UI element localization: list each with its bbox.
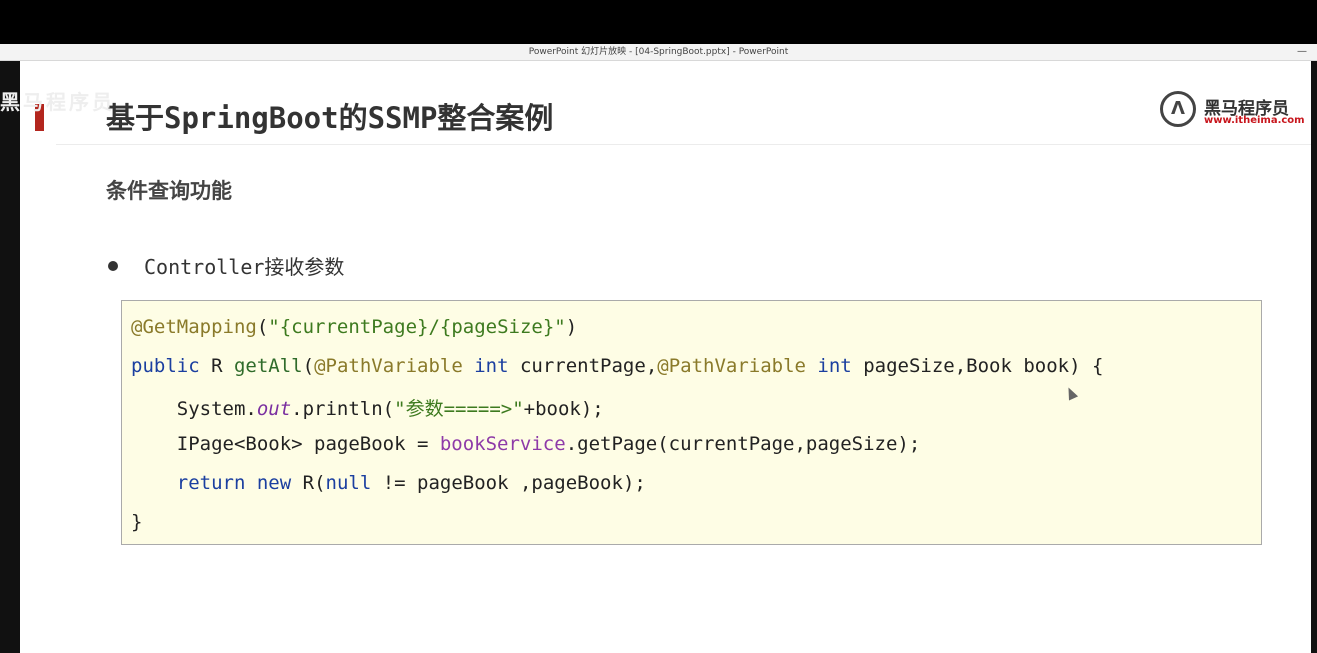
code-line-2: public R getAll(@PathVariable int curren… [131,355,1104,377]
code-line-4: IPage<Book> pageBook = bookService.getPa… [131,433,921,455]
logo-url: www.itheima.com [1204,115,1305,126]
slide-title: 基于SpringBoot的SSMP整合案例 [106,101,554,135]
code-line-6: } [131,511,143,533]
section-subtitle: 条件查询功能 [106,179,232,203]
bullet-text: Controller接收参数 [144,255,345,279]
bullet-dot-icon [108,261,118,271]
title-divider [56,144,1311,145]
top-black-bar [0,0,1317,44]
code-line-3: System.out.println("参数=====>"+book); [131,398,604,420]
code-block: @GetMapping("{currentPage}/{pageSize}") … [121,300,1262,545]
minimize-icon[interactable]: — [1297,44,1307,60]
code-line-5: return new R(null != pageBook ,pageBook)… [176,472,646,494]
left-edge-strip [0,61,20,653]
slide-canvas: 基于SpringBoot的SSMP整合案例 ᐱ 黑马程序员 www.itheim… [20,61,1311,653]
horse-logo-icon: ᐱ [1160,91,1196,127]
window-title: PowerPoint 幻灯片放映 - [04-SpringBoot.pptx] … [528,47,789,57]
code-line-1: @GetMapping("{currentPage}/{pageSize}") [131,316,578,338]
watermark-text: 黑马程序员 [0,90,115,114]
brand-logo: ᐱ 黑马程序员 www.itheima.com [1160,91,1305,133]
right-edge-strip [1311,61,1317,653]
window-titlebar: PowerPoint 幻灯片放映 - [04-SpringBoot.pptx] … [0,44,1317,61]
